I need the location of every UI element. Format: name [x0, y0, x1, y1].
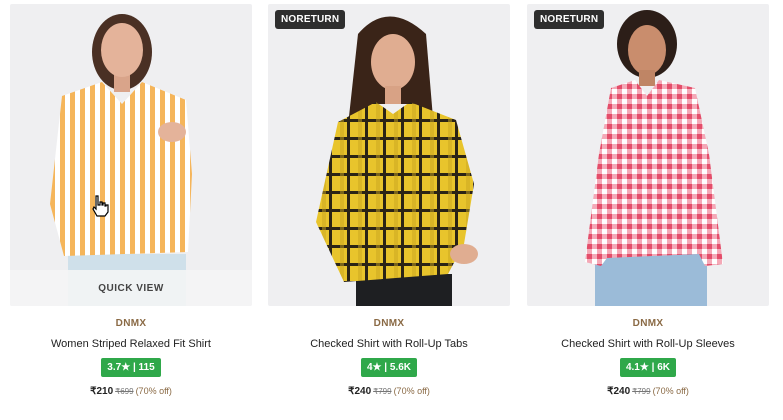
noreturn-badge: NORETURN — [534, 10, 605, 29]
price-line: ₹240 ₹799 (70% off) — [527, 386, 769, 397]
star-icon: ★ — [372, 362, 382, 373]
discount: (70% off) — [652, 386, 689, 396]
product-card[interactable]: NORETURN DNMX Checked Shirt with Roll-Up… — [268, 4, 510, 416]
original-price: ₹799 — [373, 387, 392, 396]
hand-cursor-icon — [92, 195, 109, 217]
rating-separator: | — [384, 362, 388, 373]
original-price: ₹699 — [115, 387, 134, 396]
noreturn-badge: NORETURN — [275, 10, 346, 29]
rating-separator: | — [132, 362, 136, 373]
quick-view-bar[interactable]: QUICK VIEW — [10, 270, 252, 306]
original-price: ₹799 — [632, 387, 651, 396]
rating-value: 4.1 — [625, 362, 640, 373]
star-icon: ★ — [639, 362, 649, 373]
star-icon: ★ — [121, 362, 131, 373]
product-name[interactable]: Women Striped Relaxed Fit Shirt — [10, 338, 252, 350]
sale-price: ₹210 — [90, 386, 114, 397]
price-line: ₹240 ₹799 (70% off) — [268, 386, 510, 397]
product-card[interactable]: QUICK VIEW DNMX Women Striped Relaxed Fi… — [10, 4, 252, 416]
rating-badge: 4★ | 5.6K — [360, 358, 418, 377]
discount: (70% off) — [135, 386, 172, 396]
rating-badge: 3.7★ | 115 — [101, 358, 161, 377]
rating-badge: 4.1★ | 6K — [619, 358, 677, 377]
product-photo — [268, 4, 510, 306]
review-count: 6K — [657, 362, 671, 373]
product-name[interactable]: Checked Shirt with Roll-Up Tabs — [268, 338, 510, 350]
brand-name: DNMX — [373, 318, 405, 329]
brand-name: DNMX — [115, 318, 147, 329]
brand-name: DNMX — [632, 318, 664, 329]
sale-price: ₹240 — [348, 386, 372, 397]
product-image[interactable]: NORETURN — [268, 4, 510, 306]
price-line: ₹210 ₹699 (70% off) — [10, 386, 252, 397]
review-count: 5.6K — [389, 362, 412, 373]
product-image[interactable]: NORETURN — [527, 4, 769, 306]
product-card[interactable]: NORETURN DNMX Checked Shirt with Roll-Up… — [527, 4, 769, 416]
product-image[interactable]: QUICK VIEW — [10, 4, 252, 306]
discount: (70% off) — [393, 386, 430, 396]
product-name[interactable]: Checked Shirt with Roll-Up Sleeves — [527, 338, 769, 350]
rating-value: 3.7 — [107, 362, 122, 373]
product-photo — [10, 4, 252, 306]
review-count: 115 — [138, 362, 155, 373]
rating-separator: | — [651, 362, 655, 373]
product-photo — [527, 4, 769, 306]
sale-price: ₹240 — [607, 386, 631, 397]
